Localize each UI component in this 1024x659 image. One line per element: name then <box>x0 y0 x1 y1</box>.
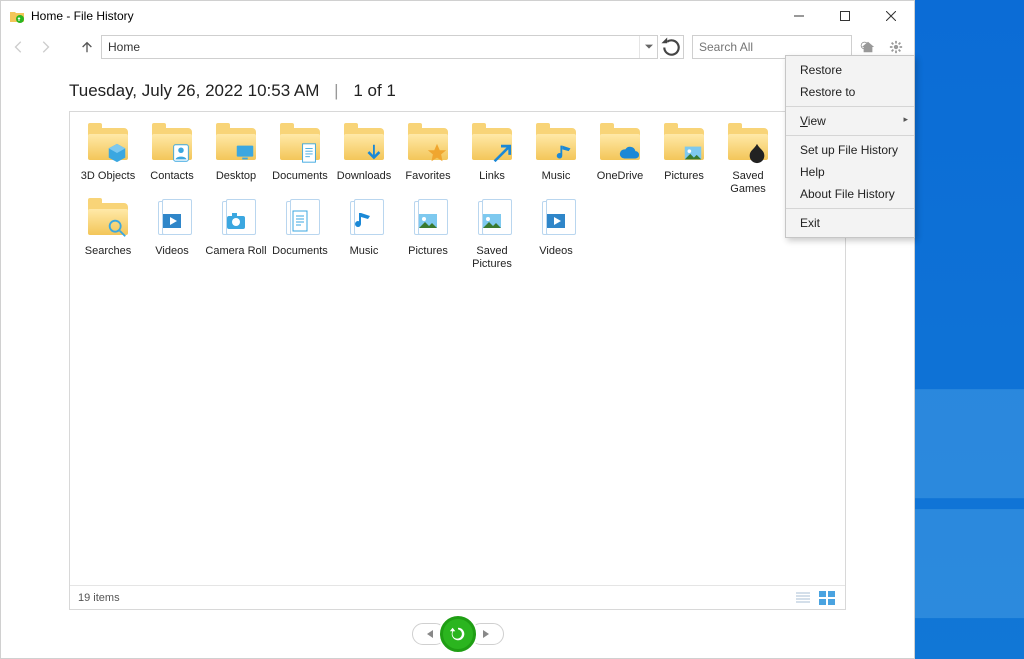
folder-item[interactable]: Contacts <box>140 124 204 195</box>
search-input[interactable] <box>693 40 860 54</box>
menu-exit[interactable]: Exit <box>786 212 914 234</box>
maximize-button[interactable] <box>822 1 868 31</box>
folder-item[interactable]: OneDrive <box>588 124 652 195</box>
library-item[interactable]: Pictures <box>396 199 460 270</box>
details-view-icon[interactable] <box>793 590 813 606</box>
folder-item[interactable]: Downloads <box>332 124 396 195</box>
library-item[interactable]: Camera Roll <box>204 199 268 270</box>
menu-about[interactable]: About File History <box>786 183 914 205</box>
version-header: Tuesday, July 26, 2022 10:53 AM | 1 of 1 <box>1 63 914 111</box>
status-bar: 19 items <box>70 585 845 609</box>
window-title: Home - File History <box>31 9 776 23</box>
item-label: Videos <box>524 245 588 258</box>
game-icon <box>746 142 768 164</box>
camera-icon <box>224 209 248 233</box>
app-icon <box>9 8 25 24</box>
library-item[interactable]: Videos <box>140 199 204 270</box>
video-icon <box>544 209 568 233</box>
video-icon <box>160 209 184 233</box>
folder-item[interactable]: Music <box>524 124 588 195</box>
item-label: Music <box>332 245 396 258</box>
cloud-icon <box>618 142 640 164</box>
item-label: Videos <box>140 245 204 258</box>
refresh-button[interactable] <box>660 35 684 59</box>
forward-button[interactable] <box>33 35 57 59</box>
item-count: 19 items <box>78 592 120 604</box>
item-label: Favorites <box>396 170 460 183</box>
address-path: Home <box>102 40 639 54</box>
up-button[interactable] <box>75 35 99 59</box>
menu-restore-to[interactable]: Restore to <box>786 81 914 103</box>
item-label: Pictures <box>396 245 460 258</box>
item-label: Contacts <box>140 170 204 183</box>
folder-item[interactable]: 3D Objects <box>76 124 140 195</box>
contact-icon <box>170 142 192 164</box>
folder-item[interactable]: Links <box>460 124 524 195</box>
playback-controls <box>1 610 914 658</box>
item-label: Saved Pictures <box>460 245 524 270</box>
folder-item[interactable]: Saved Games <box>716 124 780 195</box>
item-label: Searches <box>76 245 140 258</box>
menu-view[interactable]: View <box>786 110 914 132</box>
pic-icon <box>480 209 504 233</box>
desktop-background <box>915 0 1024 659</box>
library-item[interactable]: Videos <box>524 199 588 270</box>
item-label: 3D Objects <box>76 170 140 183</box>
folder-item[interactable]: Documents <box>268 124 332 195</box>
star-icon <box>426 142 448 164</box>
address-dropdown-icon[interactable] <box>639 36 657 58</box>
music-icon <box>554 142 576 164</box>
folder-item[interactable]: Favorites <box>396 124 460 195</box>
file-grid: 3D ObjectsContactsDesktopDocumentsDownlo… <box>70 112 845 585</box>
link-icon <box>490 142 512 164</box>
options-menu: Restore Restore to View Set up File Hist… <box>785 55 915 238</box>
back-button[interactable] <box>7 35 31 59</box>
item-label: OneDrive <box>588 170 652 183</box>
music-icon <box>352 209 376 233</box>
version-timestamp: Tuesday, July 26, 2022 10:53 AM <box>69 81 319 100</box>
menu-help[interactable]: Help <box>786 161 914 183</box>
version-position: 1 of 1 <box>353 81 396 100</box>
item-label: Pictures <box>652 170 716 183</box>
search-icon <box>106 217 128 239</box>
windows-logo <box>915 209 1024 629</box>
item-label: Saved Games <box>716 170 780 195</box>
item-label: Documents <box>268 245 332 258</box>
restore-button[interactable] <box>440 616 476 652</box>
desktop-icon <box>234 142 256 164</box>
pic-icon <box>682 142 704 164</box>
folder-item[interactable]: Pictures <box>652 124 716 195</box>
file-history-window: Home - File History Home Tuesday, July 2… <box>0 0 915 659</box>
item-label: Music <box>524 170 588 183</box>
icons-view-icon[interactable] <box>817 590 837 606</box>
navigation-bar: Home <box>1 31 914 63</box>
folder-item[interactable]: Searches <box>76 199 140 270</box>
doc-icon <box>288 209 312 233</box>
file-list-pane: 3D ObjectsContactsDesktopDocumentsDownlo… <box>69 111 846 610</box>
minimize-button[interactable] <box>776 1 822 31</box>
menu-restore[interactable]: Restore <box>786 59 914 81</box>
item-label: Links <box>460 170 524 183</box>
item-label: Downloads <box>332 170 396 183</box>
item-label: Camera Roll <box>204 245 268 258</box>
doc-icon <box>298 142 320 164</box>
item-label: Desktop <box>204 170 268 183</box>
folder-item[interactable]: Desktop <box>204 124 268 195</box>
library-item[interactable]: Documents <box>268 199 332 270</box>
close-button[interactable] <box>868 1 914 31</box>
titlebar: Home - File History <box>1 1 914 31</box>
pic-icon <box>416 209 440 233</box>
down-icon <box>362 142 384 164</box>
library-item[interactable]: Music <box>332 199 396 270</box>
menu-setup[interactable]: Set up File History <box>786 139 914 161</box>
library-item[interactable]: Saved Pictures <box>460 199 524 270</box>
cube-icon <box>106 142 128 164</box>
item-label: Documents <box>268 170 332 183</box>
address-bar[interactable]: Home <box>101 35 658 59</box>
